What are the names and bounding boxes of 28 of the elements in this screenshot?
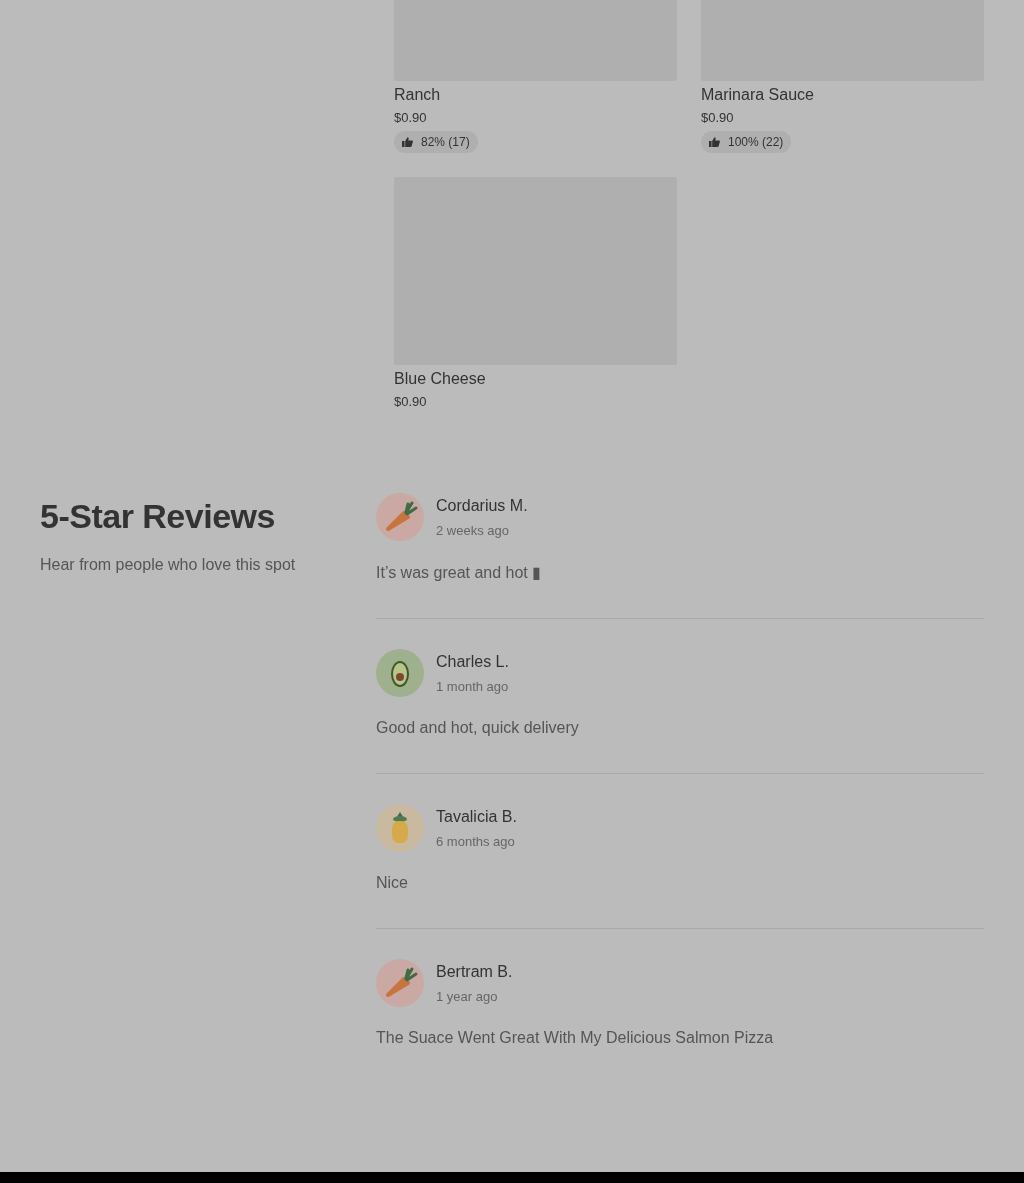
- item-price: $0.90: [394, 110, 428, 125]
- rating-text: 100% (22): [728, 135, 784, 149]
- item-name: Marinara Sauce: [701, 87, 815, 103]
- section-title: 5-Star Reviews: [40, 497, 276, 536]
- review-text: Good and hot, quick delivery: [376, 719, 580, 737]
- thumbs-up-icon: [709, 137, 720, 147]
- section-subtitle: Hear from people who love this spot: [40, 556, 297, 574]
- review-time: 1 month ago: [436, 678, 509, 694]
- item-name: Ranch: [394, 87, 442, 103]
- reviewer-name: Charles L.: [436, 652, 509, 671]
- review-time: 2 weeks ago: [436, 522, 510, 538]
- carrot-avatar: [376, 959, 424, 1007]
- review-time: 1 year ago: [436, 988, 499, 1004]
- review-time: 6 months ago: [436, 833, 516, 849]
- review-text: It’s was great and hot ▮: [376, 563, 543, 582]
- review-text: Nice: [376, 874, 409, 892]
- review-text: The Suace Went Great With My Delicious Salmon Pizza: [376, 1029, 775, 1047]
- item-name: Blue Cheese: [394, 371, 487, 387]
- thumbs-up-icon: [402, 137, 413, 147]
- rating-text: 82% (17): [421, 135, 470, 149]
- reviewer-name: Bertram B.: [436, 962, 513, 981]
- carrot-avatar: [376, 493, 424, 541]
- item-price: $0.90: [394, 394, 428, 409]
- item-price: $0.90: [701, 110, 735, 125]
- pineapple-avatar: [376, 804, 424, 852]
- avocado-avatar: [376, 649, 424, 697]
- reviewer-name: Cordarius M.: [436, 496, 528, 515]
- reviewer-name: Tavalicia B.: [436, 807, 517, 826]
